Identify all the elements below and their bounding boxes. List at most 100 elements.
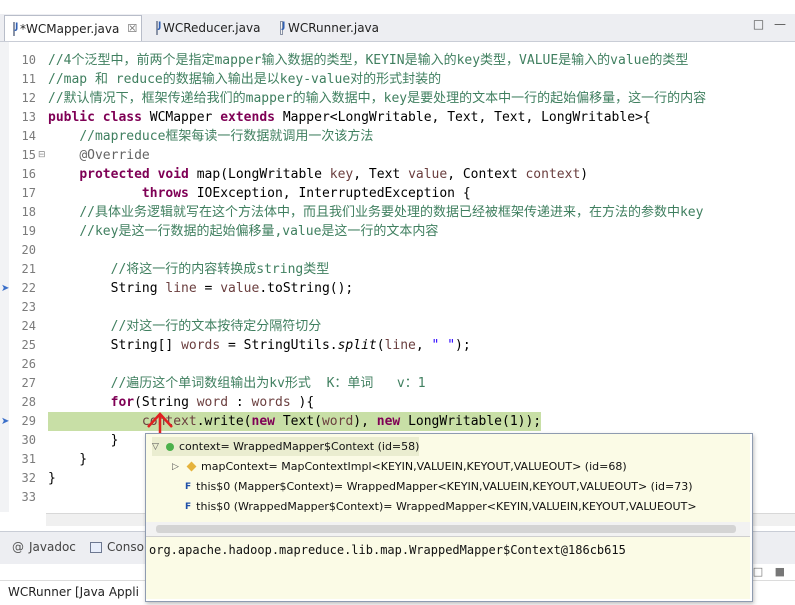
line-number: 10: [21, 53, 36, 67]
line-number: 27: [21, 376, 36, 390]
line-number: 31: [21, 452, 36, 466]
code-line[interactable]: 13 public class WCMapper extends Mapper<L…: [0, 108, 795, 127]
code-line[interactable]: 10 //4个泛型中，前两个是指定mapper输入数据的类型，KEYIN是输入的k…: [0, 51, 795, 70]
code-line[interactable]: 29 context.write(new Text(word), new Lon…: [0, 412, 795, 431]
line-number: 19: [21, 224, 36, 238]
variable-tree-row[interactable]: ▷ mapContext= MapContextImpl<KEYIN,VALUEI…: [172, 457, 627, 476]
code-text: }: [48, 433, 119, 448]
code-line[interactable]: 17 throws IOException, InterruptedExcept…: [0, 184, 795, 203]
line-number: 13: [21, 110, 36, 124]
java-file-icon: [280, 21, 285, 35]
variable-tree-row[interactable]: ▽ context= WrappedMapper$Context (id=58): [152, 437, 420, 456]
code-text: //遍历这个单词数组输出为kv形式 K：单词 v：1: [110, 376, 426, 391]
code-line[interactable]: 12 //默认情况下，框架传递给我们的mapper的输入数据中，key是要处理的文…: [0, 89, 795, 108]
tab-javadoc[interactable]: @ Javadoc: [12, 540, 76, 554]
tab-javadoc-label: Javadoc: [29, 540, 76, 554]
variable-hover-popup[interactable]: ▽ context= WrappedMapper$Context (id=58) ▷…: [145, 433, 753, 602]
line-number: 18: [21, 205, 36, 219]
code-line[interactable]: 20: [0, 241, 795, 260]
protected-field-icon: [186, 461, 197, 472]
line-number: 32: [21, 471, 36, 485]
line-number: 17: [21, 186, 36, 200]
window-controls[interactable]: □ —: [753, 17, 789, 31]
code-text: //对这一行的文本按待定分隔符切分: [110, 319, 322, 334]
console-icon: [90, 541, 102, 553]
line-number: 14: [21, 129, 36, 143]
code-text: @Override: [79, 148, 150, 163]
variable-label: this$0 (WrappedMapper$Context)= WrappedM…: [196, 500, 697, 513]
variable-label: this$0 (Mapper$Context)= WrappedMapper<K…: [196, 480, 693, 493]
code-line[interactable]: 23: [0, 298, 795, 317]
code-line[interactable]: 14 //mapreduce框架每读一行数据就调用一次该方法: [0, 127, 795, 146]
tab-wcrunner[interactable]: WCRunner.java: [272, 16, 387, 40]
variable-tree[interactable]: ▽ context= WrappedMapper$Context (id=58) ▷…: [146, 434, 750, 523]
line-number: 15: [21, 148, 36, 162]
code-line[interactable]: 28 for(String word : words ){: [0, 393, 795, 412]
code-line[interactable]: 27 //遍历这个单词数组输出为kv形式 K：单词 v：1: [0, 374, 795, 393]
line-number: 28: [21, 395, 36, 409]
code-line[interactable]: 22 String line = value.toString();: [0, 279, 795, 298]
code-line[interactable]: 24 //对这一行的文本按待定分隔符切分: [0, 317, 795, 336]
code-text: protected void map(LongWritable key, Tex…: [79, 167, 589, 182]
code-text: //mapreduce框架每读一行数据就调用一次该方法: [79, 129, 374, 144]
line-number: 12: [21, 91, 36, 105]
line-number: 30: [21, 433, 36, 447]
editor-top-strip: [0, 0, 795, 14]
tab-console-label: Conso: [107, 540, 144, 554]
variable-label: context= WrappedMapper$Context (id=58): [179, 440, 420, 453]
expand-toggle-icon[interactable]: ▽: [152, 442, 162, 452]
code-text: public class WCMapper extends Mapper<Lon…: [48, 110, 651, 125]
line-number: 26: [21, 357, 36, 371]
tab-console[interactable]: Conso: [90, 540, 144, 554]
code-line[interactable]: 15 @Override: [0, 146, 795, 165]
code-line[interactable]: 18 //具体业务逻辑就写在这个方法体中，而且我们业务要处理的数据已经被框架传递…: [0, 203, 795, 222]
fold-icon[interactable]: ⊟: [38, 150, 46, 160]
line-number: 22: [21, 281, 36, 295]
variable-detail-pane: org.apache.hadoop.mapreduce.lib.map.Wrap…: [146, 537, 750, 599]
tab-wcmapper-label: *WCMapper.java: [20, 21, 120, 36]
console-launch-label: WCRunner [Java Appli: [8, 585, 139, 599]
line-number: 16: [21, 167, 36, 181]
line-number: 33: [21, 490, 36, 504]
variable-detail-text: org.apache.hadoop.mapreduce.lib.map.Wrap…: [149, 543, 626, 557]
final-field-icon: F: [185, 501, 192, 512]
line-number: 25: [21, 338, 36, 352]
code-line[interactable]: 26: [0, 355, 795, 374]
tab-wcmapper[interactable]: *WCMapper.java ☒: [4, 15, 142, 41]
debug-marker-icon[interactable]: ➤: [1, 283, 9, 294]
expand-toggle-icon[interactable]: ▷: [172, 462, 182, 472]
line-number: 21: [21, 262, 36, 276]
close-icon[interactable]: ☒: [127, 22, 137, 35]
javadoc-icon: @: [12, 540, 24, 554]
tab-wcrunner-label: WCRunner.java: [287, 21, 379, 35]
tab-wcreducer-label: WCReducer.java: [163, 21, 261, 35]
code-text: String line = value.toString();: [48, 281, 354, 296]
code-text: for(String word : words ){: [110, 395, 315, 410]
scrollbar-thumb[interactable]: [156, 525, 736, 533]
variable-label: mapContext= MapContextImpl<KEYIN,VALUEIN…: [201, 460, 627, 473]
code-line[interactable]: 11 //map 和 reduce的数据输入输出是以key-value对的形式封装…: [0, 70, 795, 89]
debug-pointer-icon[interactable]: ➤: [1, 416, 9, 427]
tab-wcreducer[interactable]: WCReducer.java: [148, 16, 268, 40]
line-number: 20: [21, 243, 36, 257]
java-file-icon: [156, 21, 161, 35]
code-text: //默认情况下，框架传递给我们的mapper的输入数据中，key是要处理的文本中…: [48, 91, 707, 106]
variable-tree-row[interactable]: Fthis$0 (Mapper$Context)= WrappedMapper<…: [172, 477, 693, 496]
variable-tree-row[interactable]: Fthis$0 (WrappedMapper$Context)= Wrapped…: [172, 497, 697, 516]
code-text: //具体业务逻辑就写在这个方法体中，而且我们业务要处理的数据已经被框架传递进来，…: [79, 205, 704, 220]
editor-tab-bar: *WCMapper.java ☒ WCReducer.java WCRunner…: [0, 0, 795, 42]
code-text: //key是这一行数据的起始偏移量,value是这一行的文本内容: [79, 224, 439, 239]
java-file-icon: [13, 21, 18, 36]
code-text: String[] words = StringUtils.split(line,…: [48, 338, 471, 353]
code-text: throws IOException, InterruptedException…: [141, 186, 471, 201]
code-line[interactable]: 16 protected void map(LongWritable key, …: [0, 165, 795, 184]
line-number: 29: [21, 414, 36, 428]
line-number: 24: [21, 319, 36, 333]
code-line[interactable]: 25 String[] words = StringUtils.split(li…: [0, 336, 795, 355]
final-field-icon: F: [185, 481, 192, 492]
code-line[interactable]: 21 //将这一行的内容转换成string类型: [0, 260, 795, 279]
code-line[interactable]: 19 //key是这一行数据的起始偏移量,value是这一行的文本内容: [0, 222, 795, 241]
line-number: 23: [21, 300, 36, 314]
popup-horizontal-scrollbar[interactable]: [146, 522, 750, 537]
code-text: //map 和 reduce的数据输入输出是以key-value对的形式封装的: [48, 72, 442, 87]
